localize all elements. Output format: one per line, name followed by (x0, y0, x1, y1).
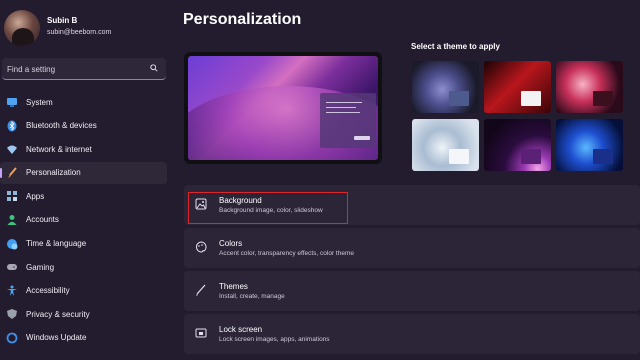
palette-icon (195, 241, 207, 253)
setting-subtitle: Lock screen images, apps, animations (219, 336, 330, 343)
setting-title: Themes (219, 282, 248, 291)
search-input[interactable] (7, 62, 142, 76)
monitor-icon (7, 98, 17, 107)
theme-tile-glow-red[interactable] (484, 61, 551, 113)
profile-email: subin@beebom.com (47, 29, 112, 36)
shield-icon (7, 309, 17, 320)
preview-window (320, 93, 376, 148)
sidebar-item-label: Bluetooth & devices (26, 121, 97, 131)
highlight-box (188, 192, 348, 224)
preview-wallpaper (188, 56, 378, 160)
wifi-icon (7, 145, 17, 155)
sidebar-item-label: Gaming (26, 262, 55, 272)
theme-mini-window (521, 91, 541, 106)
theme-mini-window (449, 91, 469, 106)
sidebar-item-bluetooth[interactable]: Bluetooth & devices (0, 115, 167, 137)
search-icon[interactable] (150, 64, 158, 72)
preview-line (326, 102, 362, 103)
sidebar-item-privacy-security[interactable]: Privacy & security (0, 303, 167, 325)
setting-row-lock-screen[interactable]: Lock screen Lock screen images, apps, an… (184, 314, 640, 354)
profile-name: Subin B (47, 16, 78, 25)
sidebar-item-label: Network & internet (26, 144, 92, 154)
theme-heading: Select a theme to apply (411, 42, 500, 51)
apps-icon (7, 191, 17, 202)
preview-line (326, 107, 356, 108)
lock-screen-icon (195, 328, 207, 338)
sidebar-item-label: Accounts (26, 215, 59, 225)
update-icon (6, 332, 18, 344)
theme-mini-window (521, 149, 541, 164)
setting-row-background[interactable]: Background Background image, color, slid… (184, 185, 640, 225)
sidebar-item-network[interactable]: Network & internet (0, 138, 167, 160)
setting-row-colors[interactable]: Colors Accent color, transparency effect… (184, 228, 640, 268)
theme-tile-captured-motion[interactable] (484, 119, 551, 171)
theme-tile-bloom-light[interactable] (412, 119, 479, 171)
setting-title: Colors (219, 239, 243, 248)
sidebar-item-accounts[interactable]: Accounts (0, 209, 167, 231)
sidebar-item-label: Time & language (26, 239, 87, 249)
theme-tile-bloom-blue[interactable] (556, 119, 623, 171)
sidebar-item-gaming[interactable]: Gaming (0, 256, 167, 278)
setting-subtitle: Accent color, transparency effects, colo… (219, 250, 355, 257)
sidebar-item-time-language[interactable]: Time & language (0, 233, 167, 255)
setting-row-themes[interactable]: Themes Install, create, manage (184, 271, 640, 311)
sidebar-item-personalization[interactable]: Personalization (0, 161, 167, 184)
sidebar-item-label: Accessibility (26, 286, 70, 296)
theme-mini-window (593, 91, 613, 106)
pen-icon (196, 284, 206, 296)
sidebar-item-accessibility[interactable]: Accessibility (0, 280, 167, 302)
sidebar-item-label: Windows Update (26, 333, 87, 343)
sidebar-item-label: Privacy & security (26, 309, 90, 319)
theme-mini-window (593, 149, 613, 164)
theme-mini-window (449, 149, 469, 164)
preview-button (354, 136, 370, 140)
search-box (2, 58, 166, 80)
gamepad-icon (7, 264, 17, 271)
sidebar-item-label: System (26, 97, 53, 107)
sidebar-nav: System Bluetooth & devices Network & int… (0, 91, 172, 351)
theme-preview (184, 52, 382, 164)
bluetooth-icon (7, 120, 17, 132)
setting-title: Lock screen (219, 325, 263, 334)
user-profile[interactable]: Subin B subin@beebom.com (4, 10, 168, 46)
sidebar-item-label: Personalization (26, 168, 81, 178)
main-content: Personalization Select a theme to apply (183, 0, 640, 360)
globe-clock-icon (7, 238, 18, 250)
preview-line (326, 112, 360, 113)
sidebar-item-windows-update[interactable]: Windows Update (0, 327, 167, 349)
page-title: Personalization (183, 11, 302, 28)
theme-tile-bloom-dark[interactable] (412, 61, 479, 113)
sidebar-item-apps[interactable]: Apps (0, 185, 167, 207)
sidebar-item-label: Apps (26, 191, 45, 201)
brush-icon (8, 167, 17, 178)
accessibility-icon (7, 285, 17, 296)
sidebar-item-system[interactable]: System (0, 91, 167, 113)
avatar (4, 10, 40, 46)
theme-tile-flower[interactable] (556, 61, 623, 113)
settings-window: Subin B subin@beebom.com System (0, 0, 640, 360)
setting-subtitle: Install, create, manage (219, 293, 285, 300)
sidebar: Subin B subin@beebom.com System (0, 0, 172, 360)
person-icon (7, 214, 17, 225)
